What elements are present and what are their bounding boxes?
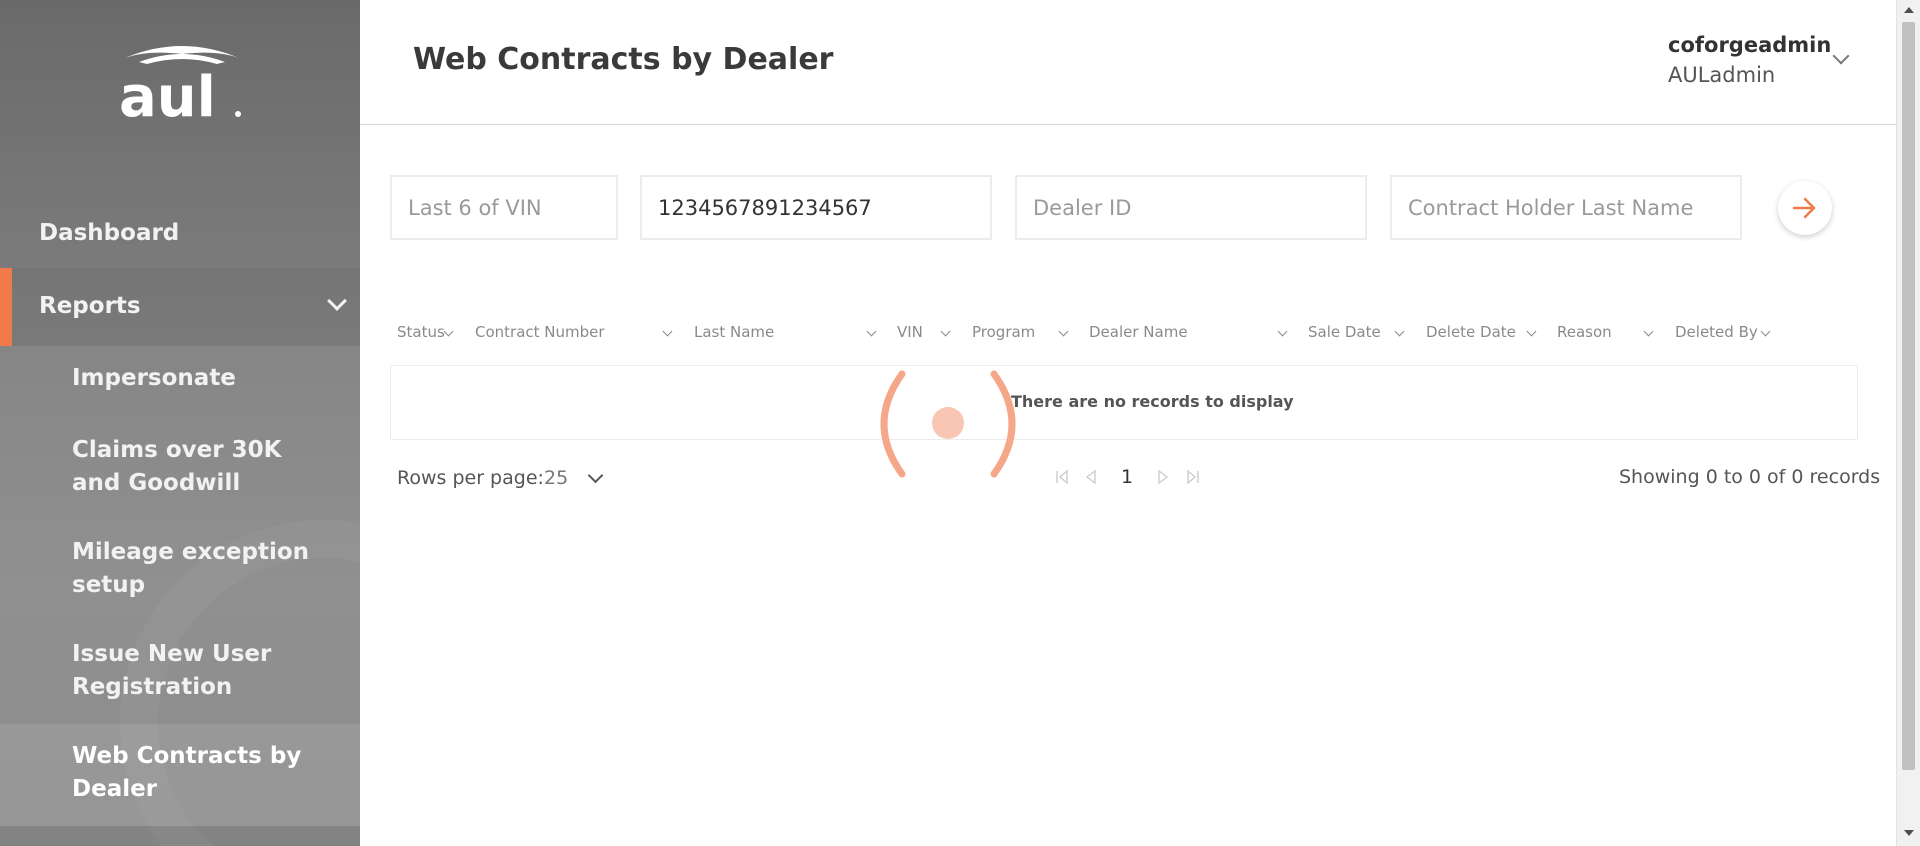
sidebar-item-label: Web Contracts by Dealer [72, 743, 302, 802]
vertical-scrollbar[interactable] [1896, 0, 1920, 846]
rows-per-page-select[interactable]: 25 [544, 467, 568, 489]
scroll-down-arrow-icon[interactable] [1904, 830, 1914, 836]
sort-chevron-icon[interactable] [1643, 326, 1654, 337]
records-summary: Showing 0 to 0 of 0 records [1619, 466, 1881, 488]
sort-chevron-icon[interactable] [1058, 326, 1069, 337]
scrollbar-thumb[interactable] [1902, 22, 1915, 770]
sidebar-item-label: Mileage exception setup [72, 539, 310, 598]
column-header-reason[interactable]: Reason [1557, 323, 1612, 341]
active-indicator [0, 268, 12, 346]
column-header-dealer-name[interactable]: Dealer Name [1089, 323, 1188, 341]
column-header-status[interactable]: Status [397, 323, 445, 341]
dealer-id-input[interactable] [1015, 175, 1367, 240]
column-header-contract-number[interactable]: Contract Number [475, 323, 605, 341]
column-header-deleted-by[interactable]: Deleted By [1675, 323, 1758, 341]
user-name: coforgeadmin [1668, 33, 1832, 57]
sidebar-item-label: Issue New User Registration [72, 641, 272, 700]
first-page-icon[interactable] [1054, 469, 1070, 485]
current-page-number[interactable]: 1 [1121, 466, 1133, 488]
sort-chevron-icon[interactable] [866, 326, 877, 337]
svg-text:aul: aul [119, 65, 216, 122]
search-go-button[interactable] [1778, 181, 1832, 235]
user-role: AULadmin [1668, 63, 1776, 87]
sidebar-item-impersonate[interactable]: Impersonate [0, 346, 360, 418]
sort-chevron-icon[interactable] [1394, 326, 1405, 337]
sort-chevron-icon[interactable] [443, 326, 454, 337]
column-header-program[interactable]: Program [972, 323, 1035, 341]
column-header-sale-date[interactable]: Sale Date [1308, 323, 1381, 341]
loading-spinner-icon [880, 370, 1016, 478]
page-title: Web Contracts by Dealer [413, 42, 834, 77]
previous-page-icon[interactable] [1083, 469, 1099, 485]
column-header-delete-date[interactable]: Delete Date [1426, 323, 1516, 341]
sidebar-item-label: Claims over 30K and Goodwill [72, 437, 282, 496]
arrow-right-icon [1792, 197, 1816, 219]
user-menu-chevron-icon[interactable] [1832, 47, 1850, 65]
sidebar-item-web-contracts[interactable]: Web Contracts by Dealer [0, 724, 360, 826]
sidebar-item-mileage-exception[interactable]: Mileage exception setup [0, 520, 360, 622]
chevron-down-icon [327, 291, 347, 311]
sort-chevron-icon[interactable] [940, 326, 951, 337]
sidebar: aul Dashboard Reports Impersonate Claims… [0, 0, 360, 846]
aul-logo: aul [119, 46, 241, 122]
column-header-vin[interactable]: VIN [897, 323, 923, 341]
sidebar-item-label: Impersonate [72, 365, 236, 391]
vin-full-input[interactable] [640, 175, 992, 240]
sort-chevron-icon[interactable] [1277, 326, 1288, 337]
last-page-icon[interactable] [1185, 469, 1201, 485]
rows-per-page-label: Rows per page: [397, 467, 544, 489]
sidebar-item-label: Reports [39, 293, 141, 319]
sort-chevron-icon[interactable] [1760, 326, 1771, 337]
page-header: Web Contracts by Dealer coforgeadmin AUL… [360, 0, 1896, 125]
scroll-up-arrow-icon[interactable] [1904, 7, 1914, 13]
vin-last6-input[interactable] [390, 175, 618, 240]
sort-chevron-icon[interactable] [1526, 326, 1537, 337]
contract-holder-last-name-input[interactable] [1390, 175, 1742, 240]
empty-message: There are no records to display [1011, 392, 1294, 411]
column-header-last-name[interactable]: Last Name [694, 323, 774, 341]
next-page-icon[interactable] [1155, 469, 1171, 485]
chevron-down-icon[interactable] [587, 467, 604, 484]
sidebar-item-claims-over-30k[interactable]: Claims over 30K and Goodwill [0, 418, 360, 520]
sidebar-item-reports[interactable]: Reports [0, 268, 360, 346]
sidebar-item-issue-registration[interactable]: Issue New User Registration [0, 622, 360, 724]
sort-chevron-icon[interactable] [662, 326, 673, 337]
sidebar-item-label: Dashboard [39, 220, 180, 246]
sidebar-item-dashboard[interactable]: Dashboard [0, 213, 360, 257]
